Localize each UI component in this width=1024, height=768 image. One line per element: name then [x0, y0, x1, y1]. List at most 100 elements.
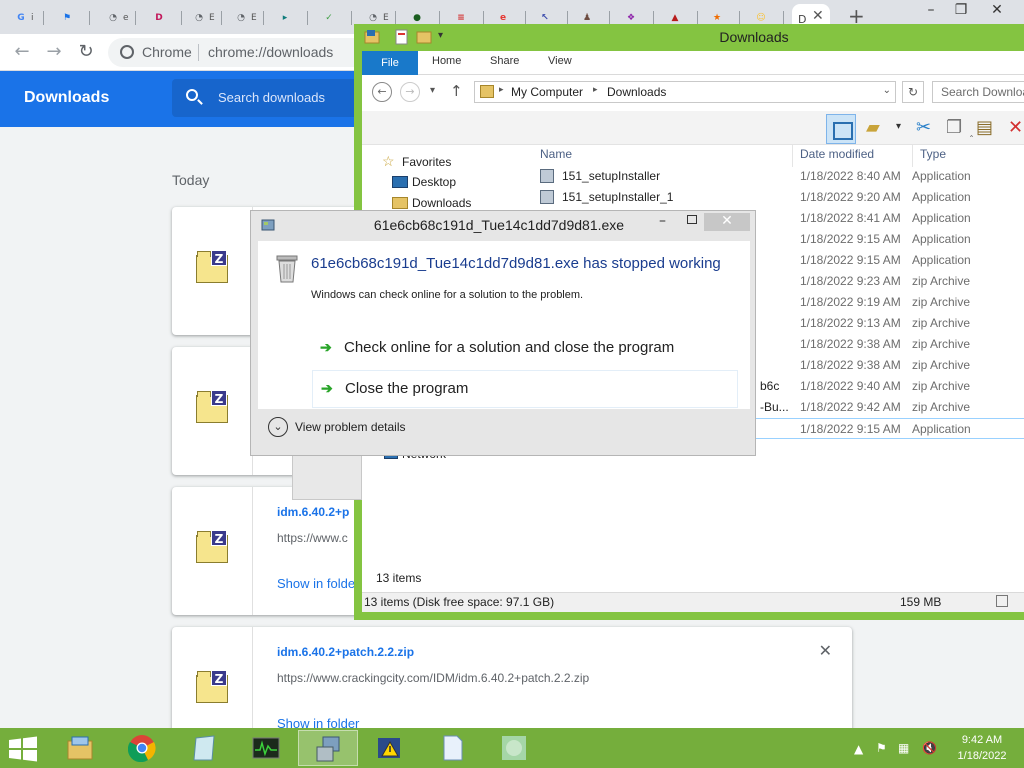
- back-icon[interactable]: ←: [372, 82, 392, 102]
- clock-time[interactable]: 9:42 AM: [952, 734, 1012, 746]
- browser-tab[interactable]: Gi: [8, 8, 44, 28]
- dialog-body: 61e6cb68c191d_Tue14c1dd7d9d81.exe has st…: [258, 241, 750, 409]
- breadcrumb-downloads[interactable]: Downloads: [607, 85, 666, 99]
- close-program-label: Close the program: [345, 380, 469, 397]
- tab-favicon-icon: ●: [413, 13, 421, 23]
- tab-favicon-icon: ◔: [369, 13, 377, 23]
- check-online-label: Check online for a solution and close th…: [344, 339, 675, 356]
- tab-file[interactable]: File: [362, 51, 418, 75]
- tab-separator: [483, 11, 484, 25]
- taskbar-task-manager[interactable]: [236, 730, 296, 766]
- section-heading-today: Today: [172, 172, 210, 188]
- tab-separator: [181, 11, 182, 25]
- nav-desktop[interactable]: Desktop: [412, 175, 456, 189]
- forward-button[interactable]: →: [42, 40, 66, 64]
- up-icon[interactable]: ↑: [450, 82, 463, 100]
- dialog-close-button[interactable]: ✕: [704, 213, 750, 231]
- dialog-minimize-button[interactable]: –: [659, 213, 666, 229]
- chevron-down-icon[interactable]: ⌄: [268, 417, 288, 437]
- browser-tab[interactable]: ✓: [316, 8, 352, 28]
- file-date: 1/18/2022 9:23 AM: [800, 274, 901, 288]
- breadcrumb-my-computer[interactable]: My Computer: [511, 85, 583, 99]
- download-filename[interactable]: idm.6.40.2+patch.2.2.zip: [277, 645, 414, 659]
- view-problem-details-link[interactable]: View problem details: [295, 420, 406, 434]
- taskbar-notepad[interactable]: [174, 730, 234, 766]
- file-name: b6c: [760, 379, 780, 393]
- paste-icon[interactable]: ▤: [976, 117, 993, 138]
- download-filename[interactable]: idm.6.40.2+p: [277, 505, 349, 519]
- dropdown-icon[interactable]: ▾: [896, 121, 901, 132]
- volume-muted-icon[interactable]: 🔇: [922, 741, 937, 755]
- file-name: 151_setupInstaller_1: [562, 190, 674, 204]
- tab-separator: [351, 11, 352, 25]
- tab-view[interactable]: View: [548, 55, 572, 67]
- tab-share[interactable]: Share: [490, 55, 519, 67]
- file-row[interactable]: 151_setupInstaller 1/18/2022 8:40 AM Appli…: [532, 166, 1024, 187]
- move-to-icon[interactable]: ▰: [866, 117, 880, 138]
- file-row[interactable]: 151_setupInstaller_1 1/18/2022 9:20 AM App…: [532, 187, 1024, 208]
- back-button[interactable]: ←: [10, 40, 34, 64]
- column-date-modified[interactable]: Date modified: [800, 147, 874, 161]
- cut-icon[interactable]: ✂: [916, 117, 931, 138]
- column-type[interactable]: Type: [920, 147, 946, 161]
- column-name[interactable]: Name: [540, 147, 572, 161]
- task-manager-icon: [252, 737, 280, 759]
- remove-download-icon[interactable]: ✕: [819, 641, 832, 660]
- close-window-button[interactable]: ✕: [982, 0, 1012, 22]
- taskbar-file-explorer[interactable]: [50, 730, 110, 766]
- taskbar-app[interactable]: [484, 730, 544, 766]
- recent-locations-icon[interactable]: ▾: [430, 85, 435, 96]
- taskbar-shield-app[interactable]: [360, 730, 420, 766]
- check-online-button[interactable]: ➔ Check online for a solution and close …: [312, 330, 738, 368]
- clock-date[interactable]: 1/18/2022: [952, 750, 1012, 762]
- nav-favorites[interactable]: Favorites: [402, 155, 451, 169]
- maximize-button[interactable]: ❐: [946, 0, 976, 22]
- taskbar-document[interactable]: [422, 730, 482, 766]
- browser-tab[interactable]: ◔ E: [186, 8, 222, 28]
- close-tab-icon[interactable]: ✕: [812, 8, 824, 24]
- address-bar-url[interactable]: chrome://downloads: [208, 44, 333, 60]
- file-date: 1/18/2022 8:40 AM: [800, 169, 901, 183]
- folder-icon: [480, 85, 494, 98]
- document-icon: [443, 735, 463, 761]
- address-bar-label: Chrome: [142, 44, 192, 60]
- browser-tab[interactable]: ◔ E: [228, 8, 264, 28]
- file-date: 1/18/2022 9:40 AM: [800, 379, 901, 393]
- action-center-flag-icon[interactable]: ⚑: [876, 741, 887, 755]
- details-pane-icon[interactable]: [826, 114, 856, 144]
- address-dropdown-icon[interactable]: ⌄: [883, 85, 891, 96]
- refresh-icon[interactable]: ↻: [902, 81, 924, 103]
- forward-icon[interactable]: →: [400, 82, 420, 102]
- browser-tab[interactable]: ⚑: [54, 8, 90, 28]
- show-hidden-icons-icon[interactable]: ▲: [854, 742, 863, 756]
- browser-tab[interactable]: ▸: [272, 8, 308, 28]
- browser-tab[interactable]: ◔ e: [100, 8, 136, 28]
- network-tray-icon[interactable]: ▦: [898, 741, 909, 755]
- explorer-search-input[interactable]: Search Downloads: [932, 81, 1024, 103]
- tab-home[interactable]: Home: [432, 55, 461, 67]
- notepad-icon: [193, 735, 215, 761]
- delete-icon[interactable]: ✕: [1008, 117, 1023, 138]
- nav-downloads[interactable]: Downloads: [412, 196, 471, 210]
- close-program-button[interactable]: ➔ Close the program: [312, 370, 738, 408]
- show-in-folder-link[interactable]: Show in folde: [277, 576, 355, 591]
- start-windows-icon[interactable]: [8, 736, 38, 762]
- minimize-button[interactable]: –: [916, 0, 946, 22]
- breadcrumb-arrow-icon: ▸: [593, 85, 598, 95]
- taskbar-chrome[interactable]: [112, 730, 172, 766]
- tab-favicon-icon: e: [499, 13, 507, 23]
- zip-file-icon: Z: [196, 390, 228, 423]
- browser-tab[interactable]: D: [146, 8, 182, 28]
- explorer-address-bar[interactable]: ▸ My Computer ▸ Downloads ⌄: [474, 81, 896, 103]
- column-divider[interactable]: [792, 145, 793, 167]
- search-downloads-input[interactable]: Search downloads: [172, 79, 372, 117]
- chrome-icon: [120, 45, 134, 59]
- column-divider[interactable]: [912, 145, 913, 167]
- tab-label: E: [251, 13, 257, 23]
- dialog-maximize-button[interactable]: [687, 215, 697, 224]
- error-dialog: 61e6cb68c191d_Tue14c1dd7d9d81.exe – ✕ 61…: [250, 210, 756, 456]
- reload-button[interactable]: ↻: [74, 40, 98, 64]
- taskbar-installer[interactable]: [298, 730, 358, 766]
- copy-icon[interactable]: ❐: [946, 117, 962, 138]
- file-type: Application: [912, 190, 971, 204]
